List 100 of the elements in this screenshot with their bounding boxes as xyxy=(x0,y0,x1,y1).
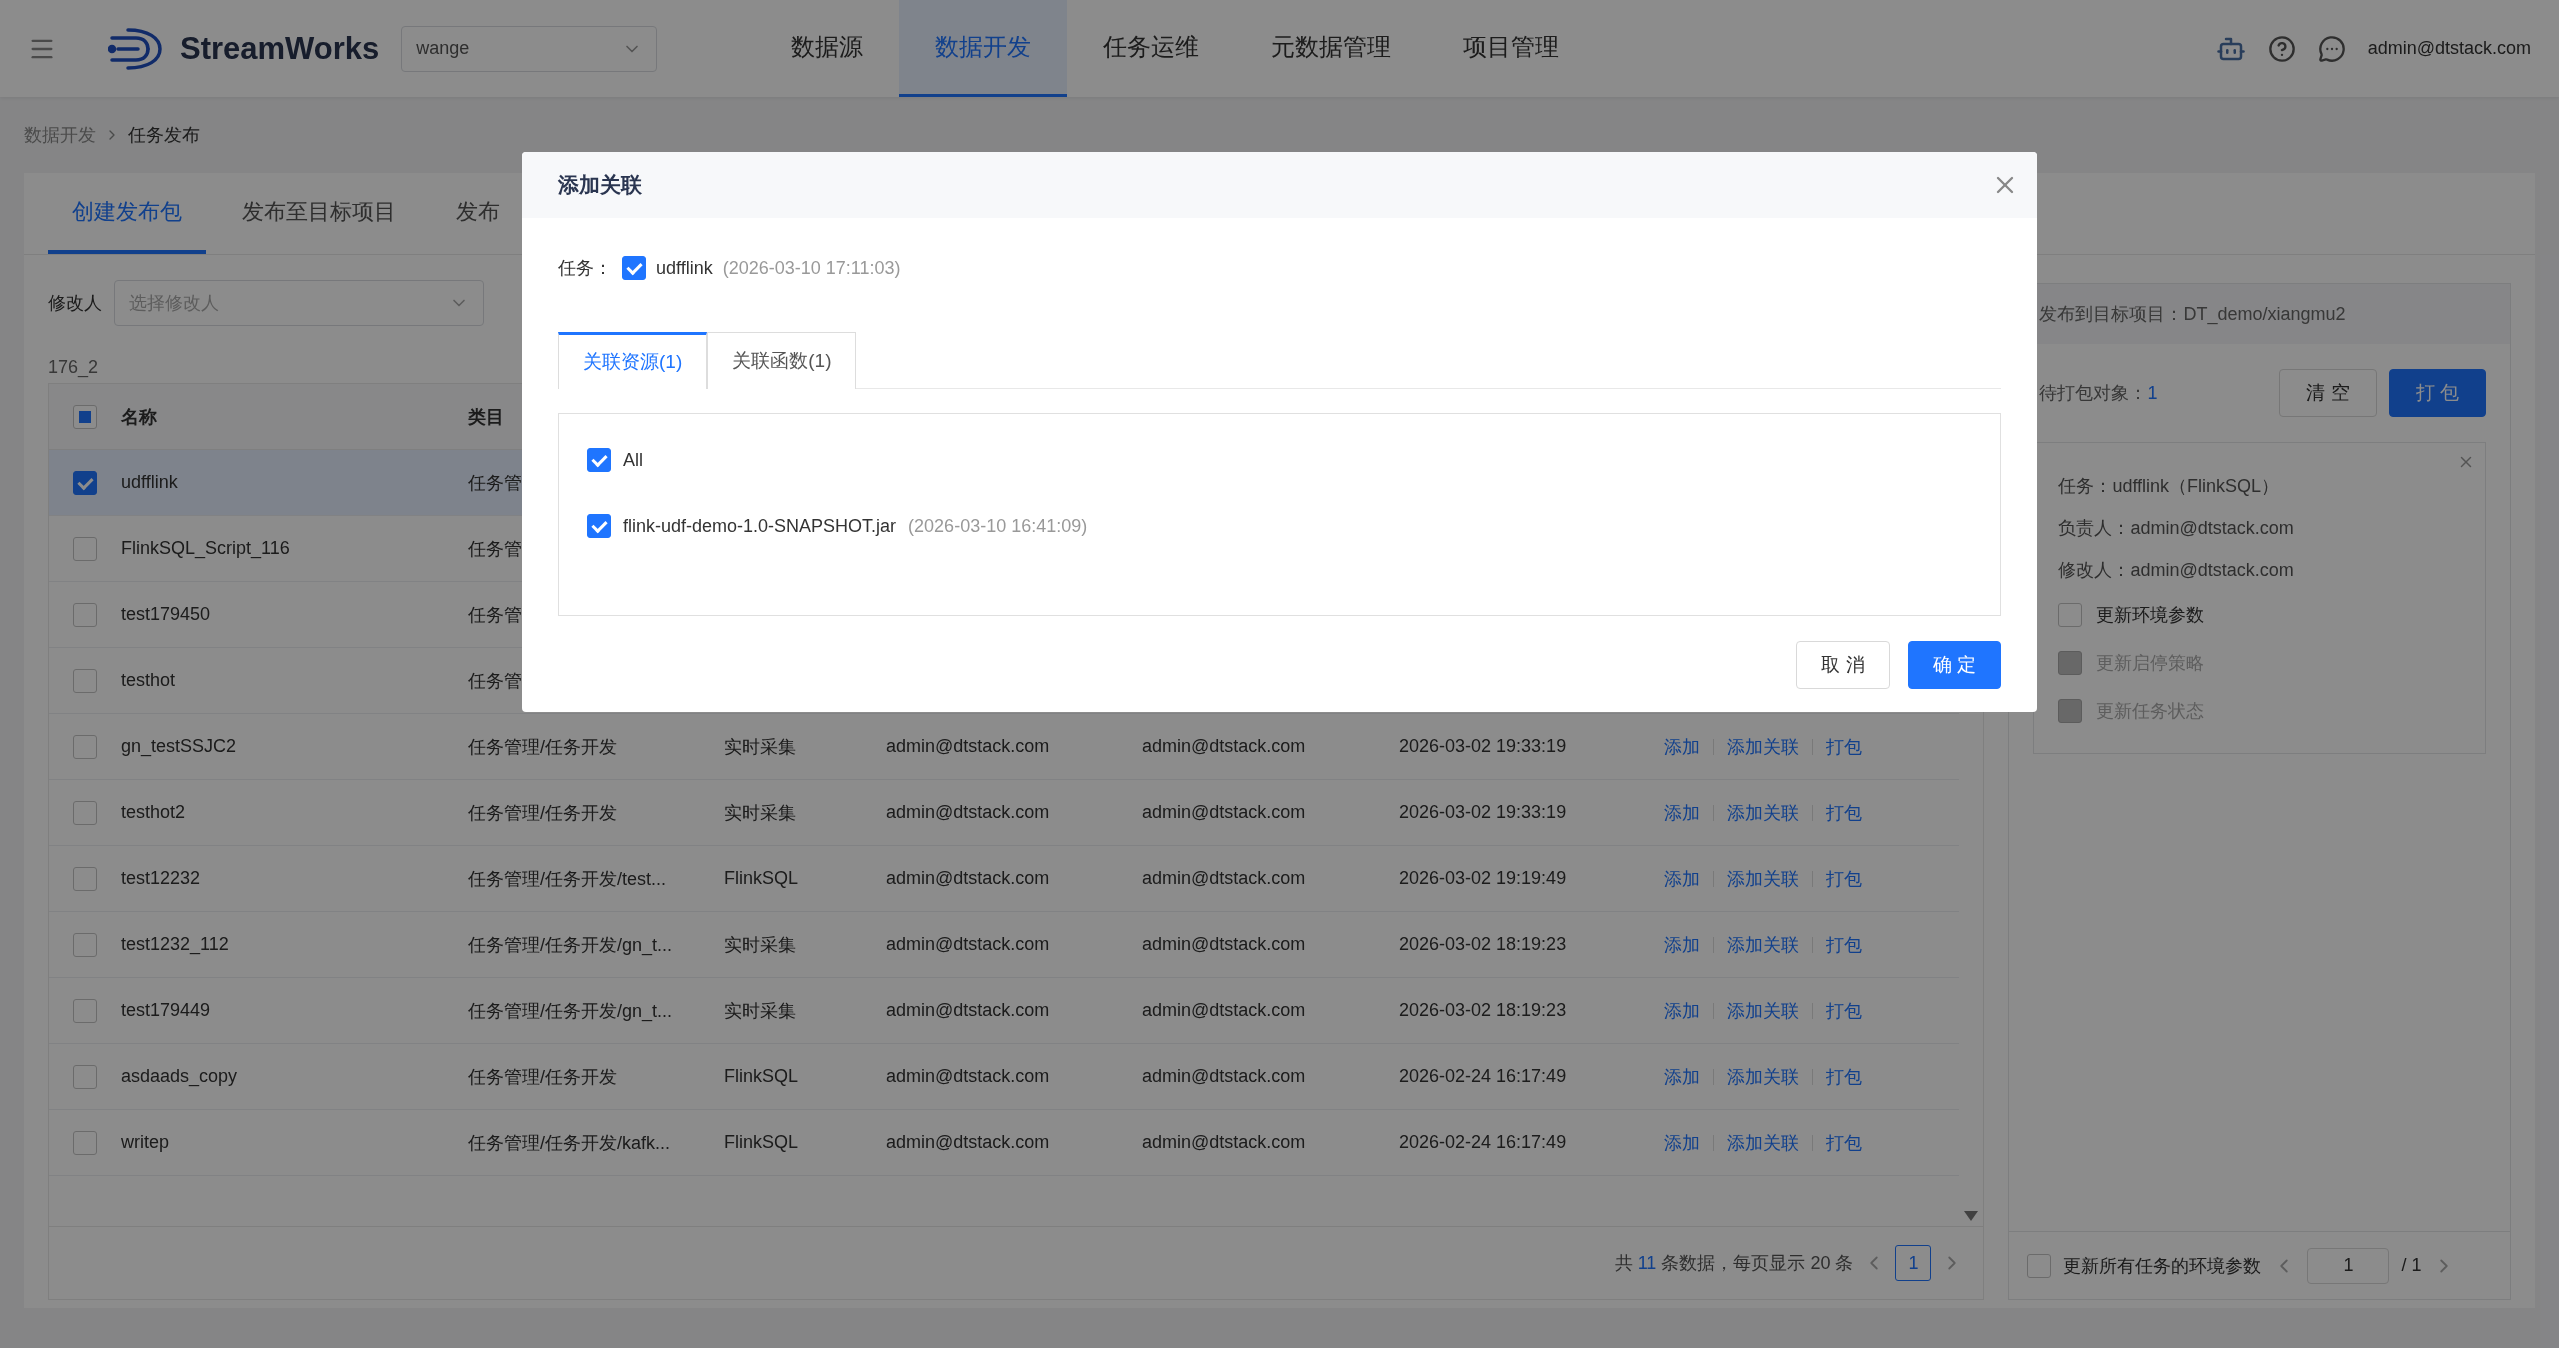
table-cell-text: 任务管理/任务开发/test... xyxy=(468,867,667,891)
page-tab[interactable]: 发布 xyxy=(432,173,524,254)
table-cell-text: 任务管 xyxy=(468,669,522,693)
table-cell: asdaads_copy xyxy=(121,1066,238,1087)
action-link[interactable]: 打包 xyxy=(1826,932,1862,957)
action-link[interactable]: 打包 xyxy=(1826,800,1862,825)
table-cell: admin@dtstack.com xyxy=(886,868,1050,889)
checkbox[interactable] xyxy=(2027,1253,2052,1278)
action-link[interactable]: 添加关联 xyxy=(1727,932,1799,957)
nav-tab[interactable]: 数据开发 xyxy=(899,0,1068,97)
table-cell: FlinkSQL_Script_116 xyxy=(121,538,290,559)
action-link[interactable]: 添加 xyxy=(1664,734,1700,759)
action-link[interactable]: 打包 xyxy=(1826,1064,1862,1089)
action-link[interactable]: 打包 xyxy=(1826,998,1862,1023)
checkbox[interactable] xyxy=(73,734,97,759)
checkbox[interactable] xyxy=(587,448,611,472)
project-select[interactable]: wange xyxy=(401,25,658,72)
action-link[interactable]: 添加 xyxy=(1664,1130,1700,1155)
breadcrumb-link[interactable]: 数据开发 xyxy=(24,123,96,147)
table-cell: admin@dtstack.com xyxy=(1142,802,1306,823)
table-cell: 2026-03-02 19:33:19 xyxy=(1399,802,1567,823)
table-cell: writep xyxy=(121,1132,169,1153)
page-button[interactable]: 1 xyxy=(1895,1245,1932,1281)
checkbox[interactable] xyxy=(73,800,97,825)
action-link[interactable]: 添加关联 xyxy=(1727,734,1799,759)
action-link[interactable]: 打包 xyxy=(1826,1130,1862,1155)
table-cell: test12232 xyxy=(121,868,201,889)
nav-tab[interactable]: 任务运维 xyxy=(1067,0,1236,97)
resource-name: All xyxy=(623,449,643,471)
action-link[interactable]: 添加 xyxy=(1664,1064,1700,1089)
user-name[interactable]: admin@dtstack.com xyxy=(2367,38,2531,59)
table-cell-text: 任务管理/任务开发/gn_t... xyxy=(468,933,673,957)
table-cell: admin@dtstack.com xyxy=(886,736,1050,757)
nav-tab[interactable]: 元数据管理 xyxy=(1235,0,1428,97)
table-cell-text: 任务管 xyxy=(468,471,522,495)
column-header: 类目 xyxy=(468,405,505,429)
checkbox[interactable] xyxy=(73,932,97,957)
table-cell: 2026-03-02 19:19:49 xyxy=(1399,868,1567,889)
table-cell-text: 实时采集 xyxy=(724,933,796,957)
action-link[interactable]: 添加关联 xyxy=(1727,998,1799,1023)
checkbox[interactable] xyxy=(73,536,97,561)
chat-icon[interactable] xyxy=(2317,34,2346,63)
table-cell: test179450 xyxy=(121,604,211,625)
help-icon[interactable] xyxy=(2267,34,2296,63)
checkbox[interactable] xyxy=(73,470,97,495)
dialog-tab[interactable]: 关联资源(1) xyxy=(558,332,708,389)
dialog-button[interactable]: 取 消 xyxy=(1796,640,1890,689)
action-link[interactable]: 添加 xyxy=(1664,998,1700,1023)
table-cell-text: 任务管理/任务开发 xyxy=(468,1065,617,1089)
table-cell-text: 实时采集 xyxy=(724,801,796,825)
task-time: (2026-03-10 17:11:03) xyxy=(722,257,901,279)
dialog-tab[interactable]: 关联函数(1) xyxy=(707,332,857,389)
checkbox[interactable] xyxy=(73,866,97,891)
task-label: 任务： xyxy=(558,257,612,280)
checkbox[interactable] xyxy=(73,602,97,627)
table-cell-text: 实时采集 xyxy=(724,999,796,1023)
panel-button[interactable]: 清 空 xyxy=(2279,369,2377,417)
page-input[interactable]: 1 xyxy=(2307,1247,2390,1284)
dialog-button[interactable]: 确 定 xyxy=(1907,640,2001,689)
action-link[interactable]: 添加 xyxy=(1664,866,1700,891)
pagination-summary: 共 11 条数据，每页显示 20 条 xyxy=(1614,1252,1854,1275)
action-link[interactable]: 添加 xyxy=(1664,800,1700,825)
action-link[interactable]: 添加关联 xyxy=(1727,1130,1799,1155)
dialog-title: 添加关联 xyxy=(558,172,642,198)
app-name: StreamWorks xyxy=(180,30,380,67)
table-cell-text: 任务管理/任务开发 xyxy=(468,801,617,825)
table-cell: admin@dtstack.com xyxy=(1142,1132,1306,1153)
nav-tab[interactable]: 项目管理 xyxy=(1427,0,1596,97)
table-cell: admin@dtstack.com xyxy=(886,1000,1050,1021)
page-tab[interactable]: 发布至目标项目 xyxy=(218,173,420,254)
caret-down-icon[interactable] xyxy=(1963,1210,1980,1222)
table-cell-text: 任务管理/任务开发/gn_t... xyxy=(468,999,673,1023)
checkbox[interactable] xyxy=(587,514,611,538)
action-link[interactable]: 添加关联 xyxy=(1727,1064,1799,1089)
task-name: udfflink xyxy=(656,257,713,279)
checkbox[interactable] xyxy=(73,404,97,429)
column-header: 名称 xyxy=(121,405,158,429)
page-total: / 1 xyxy=(2401,1255,2422,1276)
page-tab[interactable]: 创建发布包 xyxy=(48,173,206,254)
checkbox[interactable] xyxy=(73,998,97,1023)
action-link[interactable]: 打包 xyxy=(1826,866,1862,891)
item-detail: 任务：udfflink（FlinkSQL） xyxy=(2058,475,2281,498)
checkbox[interactable] xyxy=(73,1130,97,1155)
action-link[interactable]: 添加关联 xyxy=(1727,800,1799,825)
checkbox[interactable] xyxy=(622,256,646,280)
checkbox[interactable] xyxy=(73,1064,97,1089)
table-cell: admin@dtstack.com xyxy=(1142,934,1306,955)
table-cell-text: 任务管理/任务开发 xyxy=(468,735,617,759)
item-detail: 负责人：admin@dtstack.com xyxy=(2058,517,2295,540)
action-link[interactable]: 添加关联 xyxy=(1727,866,1799,891)
panel-button[interactable]: 打 包 xyxy=(2388,369,2486,417)
action-link[interactable]: 打包 xyxy=(1826,734,1862,759)
checkbox[interactable] xyxy=(73,668,97,693)
option-label: 更新环境参数 xyxy=(2096,604,2205,627)
table-cell: 2026-03-02 18:19:23 xyxy=(1399,934,1567,955)
table-cell: admin@dtstack.com xyxy=(1142,1066,1306,1087)
table-cell: FlinkSQL xyxy=(724,868,799,889)
resource-name: flink-udf-demo-1.0-SNAPSHOT.jar xyxy=(623,515,897,537)
action-link[interactable]: 添加 xyxy=(1664,932,1700,957)
checkbox[interactable] xyxy=(2058,603,2083,627)
